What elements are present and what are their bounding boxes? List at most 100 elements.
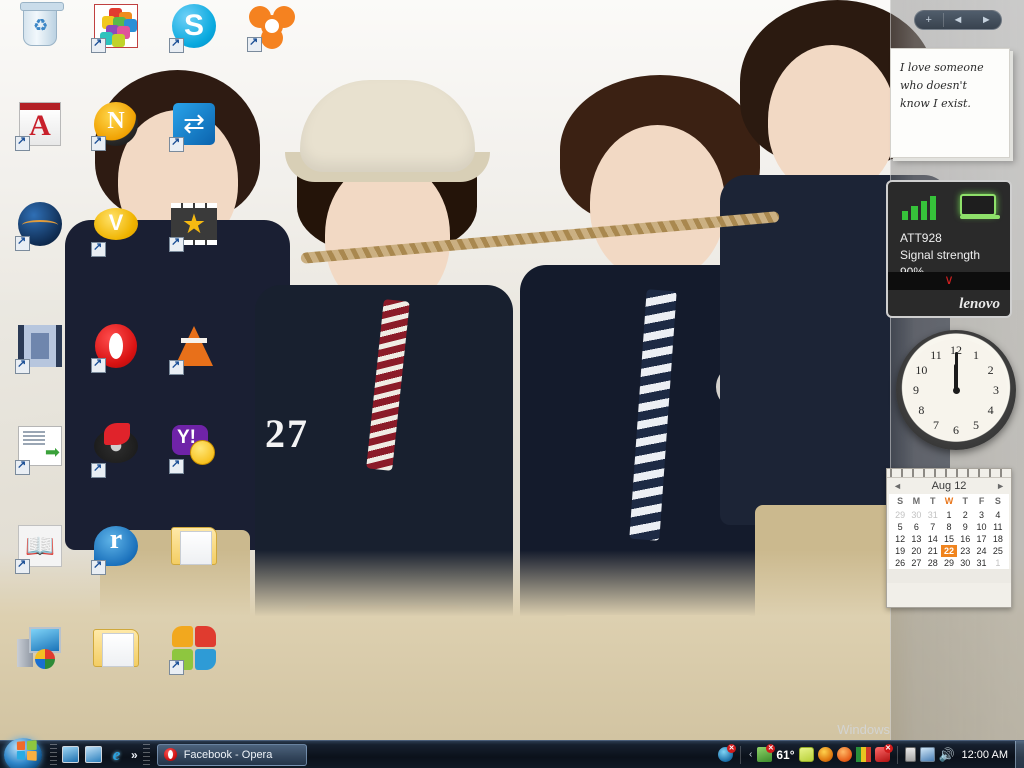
desktop-icon-setup[interactable] [2,624,78,677]
previous-gadget-button[interactable]: ◄ [944,11,972,29]
calendar-day-cell[interactable]: 12 [892,533,908,545]
analog-clock-gadget[interactable]: 12 1 2 3 4 5 6 7 8 9 10 11 [896,330,1016,450]
temperature-indicator[interactable]: 61° [776,748,794,762]
calendar-day-cell[interactable]: 11 [990,521,1006,533]
shortcut-overlay-icon [91,240,106,257]
desktop-icon-videopad-video-editor[interactable] [156,200,232,253]
note-tray-icon[interactable] [798,747,814,762]
desktop-icon-word-free[interactable] [2,522,78,575]
calendar-day-cell[interactable]: 4 [990,509,1006,521]
taskbar-clock[interactable]: 12:00 AM [958,749,1008,761]
desktop-icon-yahoo-messenger[interactable] [156,422,232,475]
start-button[interactable] [1,737,47,768]
calendar-gadget[interactable]: ◄ Aug 12 ► S M T W T F S 29 30 31 1 2 3 4 5 6 7 8 9 10 11 12 1… [886,468,1012,608]
desktop-icon-debut-video-capture-s[interactable] [2,322,78,375]
calendar-day-grid[interactable]: S M T W T F S 29 30 31 1 2 3 4 5 6 7 8 9 10 11 12 13 14 15 16 17 18… [889,494,1009,569]
calendar-day-cell[interactable]: 8 [941,521,957,533]
calendar-day-cell[interactable]: 20 [908,545,924,557]
calendar-day-cell[interactable]: 1 [941,509,957,521]
switch-windows-icon[interactable] [85,746,102,763]
calendar-day-cell[interactable]: 30 [908,509,924,521]
calendar-footer [887,569,1011,583]
calendar-day-cell[interactable]: 5 [892,521,908,533]
calendar-day-cell[interactable]: 1 [990,557,1006,569]
calendar-day-cell[interactable]: 7 [925,521,941,533]
avg-tray-icon[interactable] [817,747,833,762]
desktop-icon-skype[interactable]: S [156,2,232,54]
calendar-day-cell[interactable]: 31 [925,509,941,521]
calendar-day-cell[interactable]: 27 [908,557,924,569]
desktop-icon-office-2007[interactable] [156,522,232,577]
calendar-day-cell[interactable]: 10 [973,521,989,533]
system-tray[interactable]: ✕ ‹ ✕ 61° ✕ 🔊 12:00 AM [718,744,1015,764]
realplayer-icon [91,524,140,575]
internet-explorer-icon[interactable]: e [108,746,125,763]
calendar-day-cell[interactable]: 13 [908,533,924,545]
next-gadget-button[interactable]: ► [972,11,1000,29]
calendar-day-cell[interactable]: 17 [973,533,989,545]
calendar-day-cell[interactable]: 18 [990,533,1006,545]
calendar-day-cell[interactable]: 24 [973,545,989,557]
add-gadget-button[interactable]: + [915,11,943,29]
volume-tray-icon[interactable]: 🔊 [939,747,955,762]
lenovo-wireless-gadget[interactable]: ATT928 Signal strength 90% ∨ lenovo [886,180,1012,318]
calendar-day-cell[interactable]: 21 [925,545,941,557]
desktop-icon-lexmark-productivit[interactable] [78,2,154,54]
antivirus-tray-icon[interactable]: ✕ [718,744,737,762]
alert-tray-icon[interactable]: ✕ [874,744,893,762]
calendar-day-cell[interactable]: 28 [925,557,941,569]
calendar-day-cell[interactable]: 3 [973,509,989,521]
quick-launch-overflow-icon[interactable]: » [131,748,138,762]
stats-tray-icon[interactable] [855,747,871,762]
desktop-icon-vlc-media-player[interactable] [156,322,232,376]
show-desktop-button[interactable] [1015,740,1024,768]
taskbar-grip[interactable] [50,743,57,766]
sticky-notes-gadget[interactable]: I love someone who doesn't know I exist. [890,48,1010,158]
calendar-day-cell[interactable]: 30 [957,557,973,569]
calendar-day-cell[interactable]: 9 [957,521,973,533]
desktop-icon-opera[interactable] [78,322,154,374]
desktop-icon-download[interactable] [78,624,154,679]
desktop-icon-virtualdj-home-free[interactable] [78,422,154,479]
desktop-icon-rockmelt[interactable] [2,200,78,252]
calendar-day-cell[interactable]: 15 [941,533,957,545]
calendar-day-cell[interactable]: 23 [957,545,973,557]
desktop-icon-recycle-bin[interactable] [2,2,78,56]
calendar-day-cell[interactable]: 6 [908,521,924,533]
taskbar[interactable]: e » Facebook - Opera ✕ ‹ ✕ 61° ✕ 🔊 12:00… [0,737,1024,768]
desktop-icon-realplayer[interactable] [78,522,154,576]
calendar-day-cell[interactable]: 19 [892,545,908,557]
weather-tray-icon[interactable]: ✕ [757,744,776,762]
desktop-icon-norton-security-scan[interactable] [78,100,154,152]
calendar-day-cell[interactable]: 31 [973,557,989,569]
calendar-day-cell[interactable]: 2 [957,509,973,521]
calendar-next-month-button[interactable]: ► [996,481,1005,491]
calendar-day-cell[interactable]: 14 [925,533,941,545]
desktop[interactable]: 27 S Windows This copy of Windows is + [0,0,1024,768]
desktop-icon-doxillion-docume[interactable] [2,422,78,476]
shortcut-overlay-icon [91,356,106,373]
show-desktop-icon[interactable] [62,746,79,763]
desktop-icon-adobe-downlo[interactable] [2,100,78,152]
calendar-prev-month-button[interactable]: ◄ [893,481,902,491]
calendar-day-cell[interactable]: 29 [941,557,957,569]
desktop-icon-avg-2012[interactable] [156,624,232,676]
expand-chevron-icon[interactable]: ∨ [888,272,1010,290]
network-tray-icon[interactable] [919,747,935,762]
sidebar-header-toolbar[interactable]: + ◄ ► [913,10,1002,30]
task-button-area[interactable]: Facebook - Opera [153,743,718,766]
desktop-icon-teamviewer-7[interactable] [156,100,232,153]
calendar-day-cell[interactable]: 29 [892,509,908,521]
show-hidden-icons-button[interactable]: ‹ [748,749,753,760]
calendar-day-cell[interactable]: 16 [957,533,973,545]
calendar-day-cell[interactable]: 25 [990,545,1006,557]
taskbar-grip[interactable] [142,743,150,766]
calendar-selected-day[interactable]: 22 [940,545,958,557]
desktop-icon-oovoo[interactable] [78,200,154,258]
desktop-icon-avast-free-antivirus[interactable] [234,2,310,53]
battery-tray-icon[interactable] [904,747,916,762]
calendar-day-cell[interactable]: 26 [892,557,908,569]
quick-launch-bar[interactable]: e » [60,746,140,763]
updater-tray-icon[interactable] [836,747,852,762]
taskbar-button-facebook-opera[interactable]: Facebook - Opera [156,743,307,766]
